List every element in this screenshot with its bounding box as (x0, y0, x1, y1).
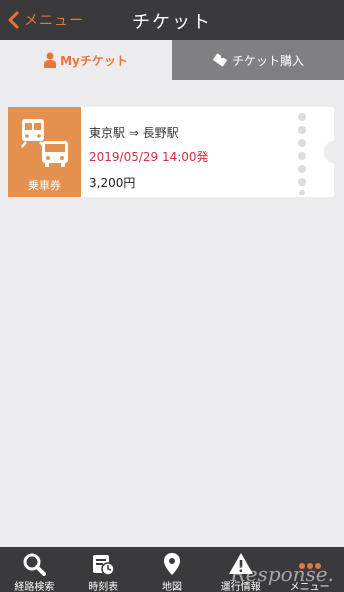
page-title: チケット (132, 12, 212, 33)
ticket-departure: 2019/05/29 14:00発 (89, 150, 209, 164)
header: メニュー チケット (0, 0, 344, 40)
ticket-details: 東京駅 ⇒ 長野駅 2019/05/29 14:00発 3,200円 (81, 107, 342, 197)
timetable-icon (93, 555, 115, 576)
ticket-route: 東京駅 ⇒ 長野駅 (89, 126, 179, 140)
tab-purchase[interactable]: チケット購入 (172, 40, 344, 80)
ticket-price: 3,200円 (89, 176, 136, 190)
ticket-notch (324, 141, 342, 163)
app: メニュー チケット Myチケット チケット購入 乗車券 東京駅 ⇒ 長野駅 20… (0, 0, 344, 592)
ticket-icon (213, 53, 227, 67)
perforation-divider (298, 113, 306, 195)
nav-map-label: 地図 (161, 582, 182, 592)
nav-map[interactable]: 地図 (138, 547, 207, 592)
nav-route-search[interactable]: 経路検索 (0, 547, 69, 592)
watermark: Response. (230, 562, 334, 586)
search-icon (23, 553, 47, 576)
nav-timetable-label: 時刻表 (88, 582, 119, 592)
ticket-type-label: 乗車券 (28, 179, 61, 192)
ticket-type-panel: 乗車券 (8, 107, 81, 197)
map-pin-icon (163, 553, 180, 575)
tab-my-ticket[interactable]: Myチケット (0, 40, 172, 80)
person-icon (44, 52, 57, 68)
tab-bar: Myチケット チケット購入 (0, 40, 344, 80)
tab-my-ticket-label: Myチケット (60, 53, 128, 68)
nav-timetable[interactable]: 時刻表 (69, 547, 138, 592)
tab-purchase-label: チケット購入 (231, 53, 304, 68)
ticket-card[interactable]: 乗車券 東京駅 ⇒ 長野駅 2019/05/29 14:00発 3,200円 (8, 107, 342, 197)
nav-route-search-label: 経路検索 (14, 582, 55, 592)
train-bus-icon (21, 119, 68, 167)
